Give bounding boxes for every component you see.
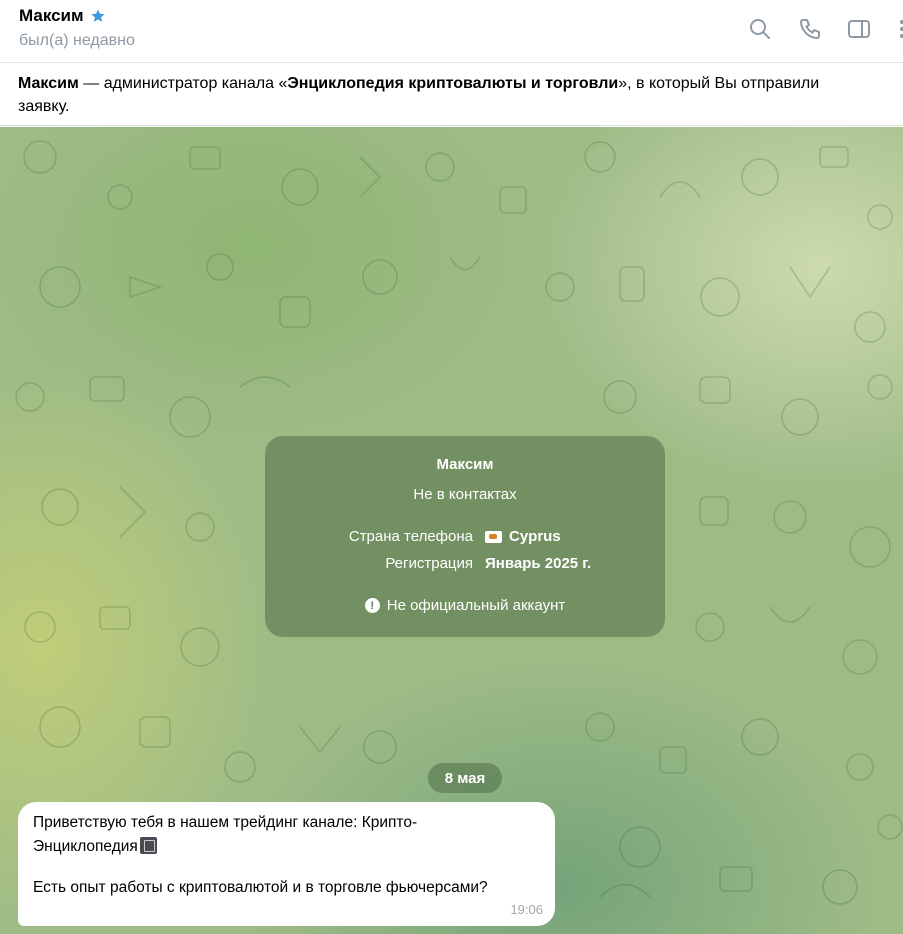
banner-channel-name: Энциклопедия криптовалюты и торговли xyxy=(287,75,619,92)
contact-name[interactable]: Максим xyxy=(19,6,106,26)
chat-area[interactable]: Максим Не в контактах Страна телефона Cy… xyxy=(0,127,903,934)
contact-name-text: Максим xyxy=(19,6,84,25)
phone-country-label: Страна телефона xyxy=(348,528,473,545)
info-card-subtitle: Не в контактах xyxy=(413,486,517,503)
message-time: 19:06 xyxy=(510,902,543,917)
chat-header: Максим был(а) недавно xyxy=(0,0,903,63)
banner-line-2: заявку. xyxy=(18,98,70,115)
sidebar-panel-icon[interactable] xyxy=(847,17,871,41)
message-line-2-text: Энциклопедия xyxy=(33,838,138,855)
search-icon[interactable] xyxy=(748,17,772,41)
message-line-1: Приветствую тебя в нашем трейдинг канале… xyxy=(33,814,418,831)
more-vertical-icon[interactable] xyxy=(893,17,903,41)
phone-country-text: Cyprus xyxy=(509,528,561,545)
unofficial-account-note: ! Не официальный аккаунт xyxy=(265,597,665,614)
registration-label: Регистрация xyxy=(385,555,473,572)
message-line-2: Энциклопедия xyxy=(33,837,157,856)
book-emoji-icon xyxy=(139,837,157,854)
registration-value: Январь 2025 г. xyxy=(485,555,592,572)
last-seen-status: был(а) недавно xyxy=(19,32,135,49)
banner-text-after: », в который Вы отправили xyxy=(618,75,820,92)
incoming-message-bubble[interactable]: Приветствую тебя в нашем трейдинг канале… xyxy=(18,802,555,926)
phone-icon[interactable] xyxy=(798,17,822,41)
verified-star-icon xyxy=(90,9,105,22)
admin-request-banner: Максим — администратор канала «Энциклопе… xyxy=(0,64,903,126)
exclamation-icon: ! xyxy=(364,598,380,613)
banner-line-1: Максим — администратор канала «Энциклопе… xyxy=(18,72,885,95)
date-separator: 8 мая xyxy=(428,763,502,793)
unofficial-account-text: Не официальный аккаунт xyxy=(386,597,566,614)
banner-text-before: — администратор канала « xyxy=(78,75,288,92)
message-line-3: Есть опыт работы с криптовалютой и в тор… xyxy=(33,879,488,896)
info-card-name: Максим xyxy=(436,456,494,473)
banner-admin-name: Максим xyxy=(18,75,79,92)
phone-country-value: Cyprus xyxy=(485,528,561,545)
cyprus-flag-icon xyxy=(485,530,502,543)
contact-info-card: Максим Не в контактах Страна телефона Cy… xyxy=(265,436,665,637)
